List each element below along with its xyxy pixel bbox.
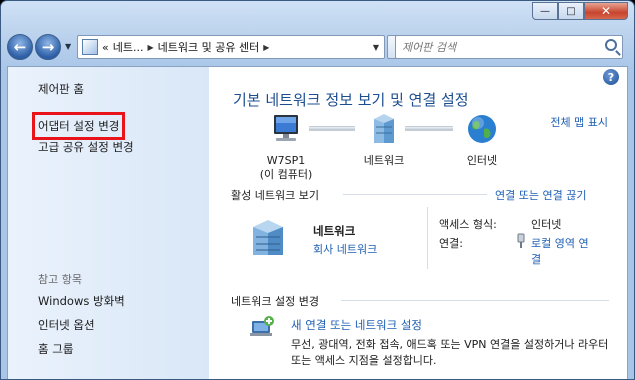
- sidebar-internet-options[interactable]: 인터넷 옵션: [38, 317, 95, 333]
- back-arrow-icon: ←: [13, 38, 27, 56]
- computer-name: W7SP1: [266, 154, 306, 167]
- minimize-button[interactable]: —: [532, 2, 558, 20]
- breadcrumb-separator-icon[interactable]: ▶: [263, 43, 269, 52]
- section-divider: [343, 194, 487, 195]
- history-dropdown-icon[interactable]: ▼: [65, 42, 71, 51]
- window-controls: — □ ✕: [532, 2, 628, 20]
- forward-button[interactable]: →: [35, 34, 61, 60]
- map-node-computer[interactable]: W7SP1 (이 컴퓨터): [236, 113, 336, 182]
- local-area-connection-link[interactable]: 로컬 영역 연: [531, 235, 589, 251]
- computer-icon: [274, 115, 298, 141]
- help-button[interactable]: ?: [603, 69, 619, 85]
- change-settings-heading: 네트워크 설정 변경: [231, 295, 319, 308]
- active-network-name: 네트워크: [313, 224, 356, 238]
- active-networks-heading: 활성 네트워크 보기: [231, 189, 319, 202]
- internet-label: 인터넷: [466, 154, 498, 167]
- search-box[interactable]: [395, 35, 623, 59]
- section-divider: [341, 300, 609, 301]
- search-icon[interactable]: [605, 39, 617, 51]
- control-panel-icon: [82, 39, 98, 55]
- maximize-button[interactable]: □: [558, 2, 584, 20]
- help-icon: ?: [607, 70, 615, 84]
- breadcrumb-sharing-center[interactable]: 네트워크 및 공유 센터: [158, 39, 260, 55]
- forward-arrow-icon: →: [41, 38, 55, 56]
- map-node-internet[interactable]: 인터넷: [432, 113, 532, 168]
- address-bar[interactable]: « 네트... ▶ 네트워크 및 공유 센터 ▶ ▼: [77, 35, 385, 59]
- window: — □ ✕ ← → ▼ « 네트... ▶ 네트워크 및 공유 센터 ▶ ▼ ↻…: [0, 0, 635, 380]
- close-button[interactable]: ✕: [584, 2, 628, 20]
- new-connection-link[interactable]: 새 연결 또는 네트워크 설정: [291, 317, 422, 333]
- sidebar: 제어판 홈 어댑터 설정 변경 고급 공유 설정 변경 참고 항목 Window…: [8, 67, 209, 379]
- access-type-label: 액세스 형식:: [439, 218, 497, 231]
- new-connection-icon: [249, 315, 275, 342]
- network-icon: [374, 114, 394, 143]
- sidebar-windows-firewall[interactable]: Windows 방화벽: [38, 293, 125, 309]
- new-connection-description: 무선, 광대역, 전화 접속, 애드혹 또는 VPN 연결을 설정하거나 라우터…: [291, 338, 609, 367]
- content-area: 제어판 홈 어댑터 설정 변경 고급 공유 설정 변경 참고 항목 Window…: [7, 66, 628, 379]
- local-area-connection-link-wrap[interactable]: 결: [531, 251, 541, 267]
- network-label: 네트워크: [363, 154, 405, 167]
- network-type-link[interactable]: 회사 네트워크: [313, 241, 377, 257]
- back-button[interactable]: ←: [7, 34, 33, 60]
- connect-disconnect-link[interactable]: 연결 또는 연결 끊기: [495, 187, 586, 203]
- page-title: 기본 네트워크 정보 보기 및 연결 설정: [233, 91, 469, 109]
- local-area-connection-icon: [515, 233, 527, 252]
- globe-icon: [468, 115, 496, 143]
- breadcrumb-overflow[interactable]: «: [102, 41, 109, 54]
- sidebar-see-also-heading: 참고 항목: [38, 273, 82, 286]
- computer-subtitle: (이 컴퓨터): [259, 168, 313, 181]
- access-type-value: 인터넷: [531, 218, 562, 231]
- connections-label: 연결:: [439, 237, 463, 250]
- breadcrumb-network[interactable]: 네트...: [113, 39, 144, 55]
- sidebar-control-panel-home[interactable]: 제어판 홈: [38, 81, 84, 97]
- main-panel: ? 기본 네트워크 정보 보기 및 연결 설정 전체 맵 표시 W7SP1 (이…: [209, 67, 627, 379]
- navigation-bar: ← → ▼ « 네트... ▶ 네트워크 및 공유 센터 ▶ ▼ ↻: [7, 31, 628, 63]
- see-full-map-link[interactable]: 전체 맵 표시: [550, 114, 608, 130]
- address-dropdown-icon[interactable]: ▼: [368, 43, 384, 52]
- active-network-icon: [249, 217, 295, 260]
- breadcrumb-separator-icon[interactable]: ▶: [147, 43, 153, 52]
- sidebar-change-adapter-settings[interactable]: 어댑터 설정 변경: [31, 112, 126, 140]
- sidebar-advanced-sharing-settings[interactable]: 고급 공유 설정 변경: [38, 139, 134, 155]
- sidebar-homegroup[interactable]: 홈 그룹: [38, 341, 73, 357]
- map-node-network[interactable]: 네트워크: [334, 113, 434, 168]
- vertical-divider: [427, 207, 428, 269]
- search-input[interactable]: [396, 36, 586, 58]
